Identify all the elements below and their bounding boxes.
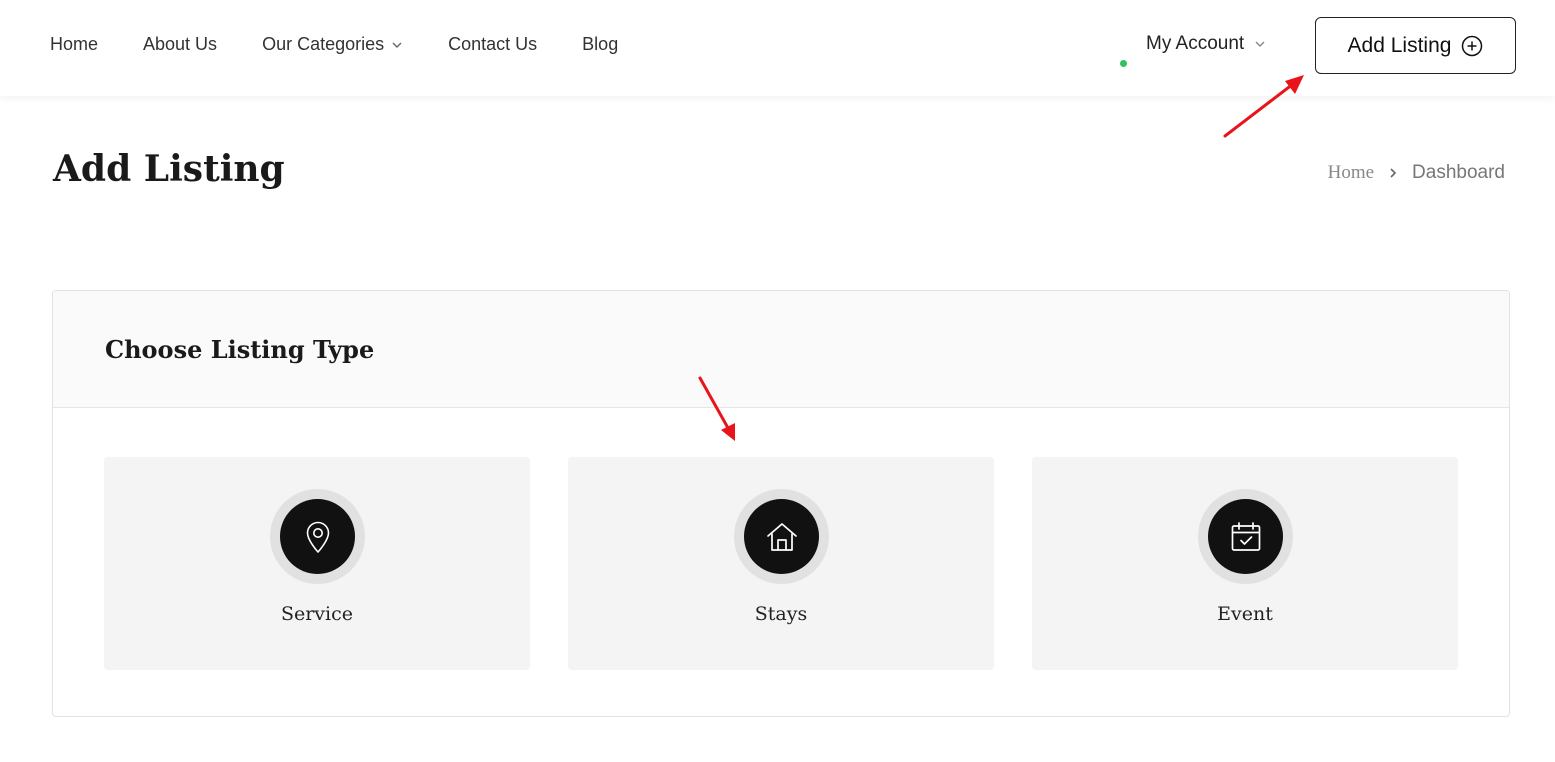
nav-blog-label: Blog bbox=[582, 34, 619, 54]
chevron-right-icon bbox=[1390, 168, 1397, 178]
plus-circle-icon bbox=[1462, 35, 1483, 56]
listing-type-label: Stays bbox=[754, 603, 808, 625]
add-listing-button-label: Add Listing bbox=[1347, 33, 1452, 57]
panel-title: Choose Listing Type bbox=[105, 334, 375, 364]
breadcrumb-home-link[interactable]: Home bbox=[1328, 162, 1374, 184]
main-nav: Home About Us Our Categories Contact Us … bbox=[50, 34, 663, 55]
map-pin-icon bbox=[306, 521, 329, 553]
nav-blog[interactable]: Blog bbox=[582, 34, 618, 55]
listing-type-card-service[interactable]: Service bbox=[104, 457, 530, 670]
online-status-dot bbox=[1118, 58, 1129, 69]
nav-about-us[interactable]: About Us bbox=[143, 34, 217, 55]
listing-type-cards: Service Stays Event bbox=[104, 457, 1458, 670]
chevron-down-icon bbox=[392, 42, 402, 48]
chevron-down-icon bbox=[1255, 41, 1265, 47]
house-icon bbox=[766, 522, 797, 551]
card-icon-ring bbox=[734, 489, 829, 584]
card-icon-circle bbox=[1208, 499, 1283, 574]
calendar-check-icon bbox=[1231, 521, 1260, 551]
listing-type-card-stays[interactable]: Stays bbox=[568, 457, 994, 670]
my-account-label: My Account bbox=[1146, 33, 1245, 54]
nav-contact-us[interactable]: Contact Us bbox=[448, 34, 537, 55]
site-header: Home About Us Our Categories Contact Us … bbox=[0, 0, 1555, 96]
breadcrumb: Home Dashboard bbox=[1328, 162, 1505, 184]
nav-our-categories[interactable]: Our Categories bbox=[262, 34, 403, 55]
nav-contact-us-label: Contact Us bbox=[448, 34, 538, 54]
my-account-menu[interactable]: My Account bbox=[1118, 33, 1266, 69]
listing-type-card-event[interactable]: Event bbox=[1032, 457, 1458, 670]
panel-header: Choose Listing Type bbox=[53, 291, 1509, 408]
nav-home[interactable]: Home bbox=[50, 34, 98, 55]
listing-type-label: Service bbox=[280, 603, 354, 625]
card-icon-circle bbox=[744, 499, 819, 574]
card-icon-ring bbox=[270, 489, 365, 584]
listing-type-panel: Choose Listing Type Service Stays Event bbox=[52, 290, 1510, 717]
card-icon-circle bbox=[280, 499, 355, 574]
listing-type-label: Event bbox=[1217, 603, 1273, 625]
card-icon-ring bbox=[1198, 489, 1293, 584]
nav-about-us-label: About Us bbox=[143, 34, 218, 54]
breadcrumb-current: Dashboard bbox=[1412, 162, 1505, 183]
page-title: Add Listing bbox=[53, 148, 285, 190]
nav-home-label: Home bbox=[50, 34, 99, 54]
nav-our-categories-label: Our Categories bbox=[262, 34, 385, 54]
add-listing-button[interactable]: Add Listing bbox=[1315, 17, 1516, 74]
